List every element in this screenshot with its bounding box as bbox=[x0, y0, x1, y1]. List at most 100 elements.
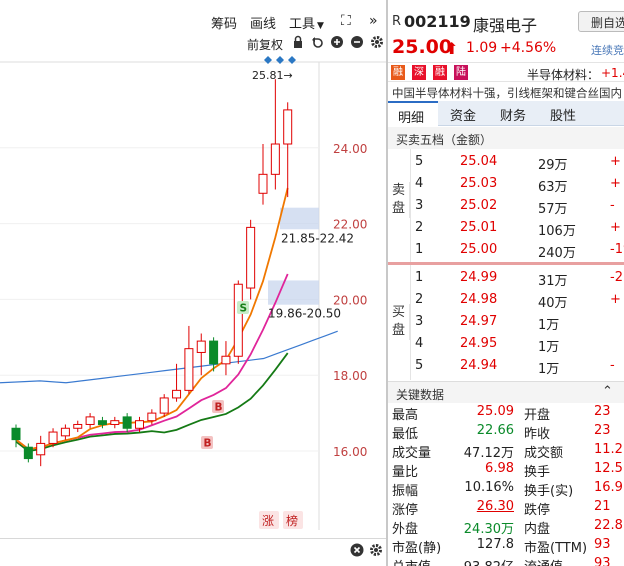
orderbook-price: 24.97 bbox=[460, 314, 498, 329]
tab-funds[interactable]: 资金 bbox=[450, 101, 476, 126]
key-data-label: 市盈(静) bbox=[392, 541, 442, 556]
tag-financing[interactable]: 融 bbox=[433, 65, 447, 80]
key-data-value: 93.82亿 bbox=[462, 556, 514, 566]
key-data-value: 26.30 bbox=[476, 499, 514, 514]
orderbook-price: 24.98 bbox=[460, 292, 498, 307]
orderbook-level: 4 bbox=[415, 176, 424, 191]
candle-body bbox=[147, 412, 157, 422]
tag-shenzhen[interactable]: 深 bbox=[412, 65, 426, 80]
key-data-header[interactable]: 关键数据 ⌃ bbox=[388, 381, 624, 403]
orderbook-level: 2 bbox=[415, 220, 424, 235]
key-data-value: 12.5 bbox=[594, 461, 623, 476]
key-data-value: 93 bbox=[594, 556, 611, 566]
candle-body bbox=[172, 389, 182, 399]
nav-diamond-icon bbox=[264, 56, 272, 64]
orderbook-row[interactable]: 3 24.97 1万 bbox=[410, 311, 624, 333]
price-change: 1.09 bbox=[466, 40, 498, 56]
orderbook-price: 25.04 bbox=[460, 154, 498, 169]
tag-margin[interactable]: 融 bbox=[391, 65, 405, 80]
y-tick-label: 22.00 bbox=[333, 218, 367, 232]
orderbook-volume: 1万 bbox=[538, 318, 560, 333]
sell-side-label: 卖盘 bbox=[388, 182, 410, 218]
price-change-pct: +4.56% bbox=[500, 40, 557, 56]
key-data-value: 24.30万 bbox=[463, 522, 514, 537]
orderbook-level: 5 bbox=[415, 154, 424, 169]
orderbook-volume: 63万 bbox=[538, 180, 568, 195]
orderbook-price: 25.02 bbox=[460, 198, 498, 213]
signal-marker-label: S bbox=[240, 303, 248, 315]
candle-body bbox=[110, 420, 120, 425]
orderbook-level: 1 bbox=[415, 270, 424, 285]
orderbook-row[interactable]: 2 24.98 40万 + bbox=[410, 289, 624, 311]
collapse-icon[interactable]: ⌃ bbox=[602, 384, 613, 399]
candle-body bbox=[122, 416, 132, 429]
high-price-label: 25.81→ bbox=[252, 69, 293, 82]
close-icon[interactable] bbox=[350, 543, 364, 557]
candle-body bbox=[11, 427, 21, 441]
orderbook-price: 25.03 bbox=[460, 176, 498, 191]
key-data-label: 量比 bbox=[392, 465, 419, 480]
orderbook-level: 5 bbox=[415, 358, 424, 373]
tag-connect[interactable]: 陆 bbox=[454, 65, 468, 80]
key-data-label: 跌停 bbox=[524, 503, 551, 518]
key-data-label: 振幅 bbox=[392, 484, 419, 499]
stock-code: 002119 bbox=[404, 12, 471, 31]
key-data-value: 23 bbox=[594, 404, 611, 419]
candles[interactable] bbox=[11, 79, 293, 467]
tab-finance[interactable]: 财务 bbox=[500, 101, 526, 126]
orderbook-row[interactable]: 4 24.95 1万 bbox=[410, 333, 624, 355]
remove-favorite-button[interactable]: 删自选 bbox=[578, 11, 624, 32]
orderbook-change: + bbox=[610, 154, 621, 169]
last-price: 25.00 bbox=[392, 36, 453, 58]
detail-tabs: 明细 资金 财务 股性 bbox=[388, 101, 624, 126]
candle-body bbox=[159, 397, 169, 414]
key-data-title: 关键数据 bbox=[396, 388, 445, 402]
key-data-value: 16.9 bbox=[594, 480, 623, 495]
orderbook-level: 1 bbox=[415, 242, 424, 257]
margin-prefix: R bbox=[392, 14, 402, 29]
key-data-label: 涨停 bbox=[392, 503, 419, 518]
orderbook-level: 3 bbox=[415, 198, 424, 213]
key-data-label: 内盘 bbox=[524, 522, 551, 537]
settings-gear-icon-sub[interactable] bbox=[369, 543, 383, 557]
buy-side-label: 买盘 bbox=[388, 304, 410, 340]
candle-body bbox=[73, 423, 83, 429]
key-data-label: 总市值 bbox=[392, 556, 431, 566]
orderbook-price: 24.94 bbox=[460, 358, 498, 373]
sector-change: +1.4 bbox=[601, 66, 624, 80]
stock-tags-row: 融 深 融 陆 半导体材料： +1.4 bbox=[388, 62, 624, 82]
trading-status-link[interactable]: 连续竞价 bbox=[591, 42, 624, 58]
key-data-value: 10.16% bbox=[464, 480, 514, 495]
orderbook-level: 4 bbox=[415, 336, 424, 351]
orderbook-change: + bbox=[610, 292, 621, 307]
tab-stock-nature[interactable]: 股性 bbox=[550, 101, 576, 126]
orderbook-row[interactable]: 5 24.94 1万 - bbox=[410, 355, 624, 377]
key-data-value: 22.66 bbox=[476, 423, 514, 438]
key-data-label: 外盘 bbox=[392, 522, 419, 537]
key-data-label: 换手 bbox=[524, 465, 551, 480]
key-data-label: 换手(实) bbox=[524, 484, 574, 499]
up-arrow-icon: ⬆ bbox=[445, 39, 459, 58]
kline-chart-panel[interactable]: 筹码 画线 工具 ▼ ⛶ » 前复权 24.00 22.00 20.00 18.… bbox=[0, 0, 386, 566]
candle-body bbox=[233, 283, 243, 357]
orderbook-change: -2 bbox=[610, 270, 623, 285]
orderbook-row[interactable]: 4 25.03 63万 + bbox=[410, 173, 624, 195]
tab-detail[interactable]: 明细 bbox=[388, 101, 438, 126]
orderbook-row[interactable]: 1 24.99 31万 -2 bbox=[410, 267, 624, 289]
key-data-label: 最高 bbox=[392, 408, 419, 423]
orderbook-level: 3 bbox=[415, 314, 424, 329]
orderbook-row[interactable]: 3 25.02 57万 - bbox=[410, 195, 624, 217]
stock-header: R 002119 康强电子 删自选 bbox=[388, 0, 624, 35]
key-data-label: 昨收 bbox=[524, 427, 551, 442]
orderbook-price: 25.00 bbox=[460, 242, 498, 257]
y-tick-label: 20.00 bbox=[333, 293, 367, 307]
kline-chart[interactable]: 24.00 22.00 20.00 18.00 16.00 21.85-22.42 19.8… bbox=[0, 0, 386, 538]
candle-body bbox=[246, 226, 256, 289]
orderbook-row[interactable]: 2 25.01 106万 + bbox=[410, 217, 624, 239]
candle-body bbox=[196, 340, 206, 353]
orderbook-level: 2 bbox=[415, 292, 424, 307]
gap-zone-label: 21.85-22.42 bbox=[281, 231, 354, 245]
orderbook-row[interactable]: 5 25.04 29万 + bbox=[410, 151, 624, 173]
key-data-value: 93 bbox=[594, 537, 611, 552]
orderbook-row[interactable]: 1 25.00 240万 -19 bbox=[410, 239, 624, 261]
